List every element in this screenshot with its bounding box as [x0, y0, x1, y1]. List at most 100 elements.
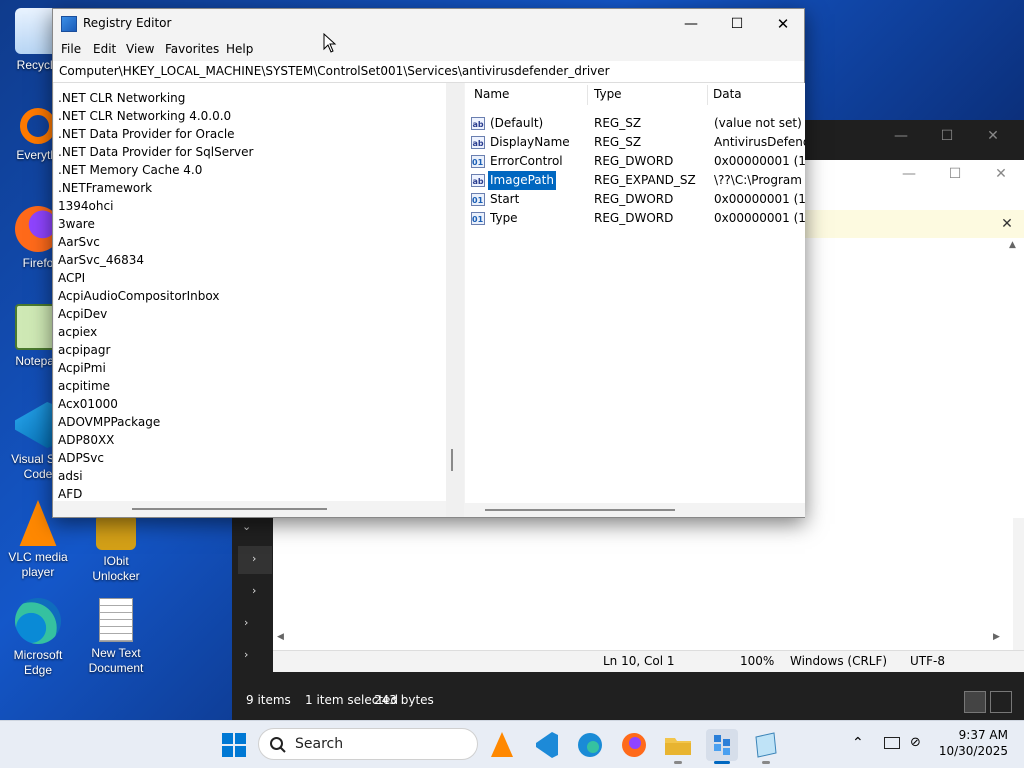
notepad-icon	[755, 732, 777, 758]
tree-item[interactable]: .NET CLR Networking	[58, 89, 185, 107]
tree-item[interactable]: acpipagr	[58, 341, 110, 359]
taskbar-file-explorer[interactable]	[662, 729, 694, 764]
column-header-data[interactable]: Data	[713, 87, 742, 101]
close-icon[interactable]: ✕	[773, 14, 793, 34]
menu-file[interactable]: File	[61, 42, 81, 56]
tree-item[interactable]: AcpiDev	[58, 305, 107, 323]
menu-edit[interactable]: Edit	[93, 42, 116, 56]
encoding[interactable]: UTF-8	[910, 654, 945, 668]
tiles-view-icon[interactable]	[990, 691, 1012, 713]
tree-item[interactable]: .NET Data Provider for SqlServer	[58, 143, 253, 161]
value-row[interactable]: 011 Type REG_DWORD 0x00000001 (1)	[465, 209, 805, 228]
values-horizontal-scroll-thumb[interactable]	[485, 509, 675, 511]
minimize-icon[interactable]: —	[891, 126, 911, 146]
edge-icon	[15, 598, 61, 644]
tree-item[interactable]: ADP80XX	[58, 431, 114, 449]
tree-item[interactable]: .NET Data Provider for Oracle	[58, 125, 235, 143]
value-row[interactable]: 011 ErrorControl REG_DWORD 0x00000001 (1…	[465, 152, 805, 171]
menu-favorites[interactable]: Favorites	[165, 42, 219, 56]
tree-item[interactable]: Acx01000	[58, 395, 118, 413]
tree-item[interactable]: .NETFramework	[58, 179, 152, 197]
maximize-icon[interactable]: ☐	[727, 14, 747, 34]
background-dark-window: — ☐ ✕	[805, 120, 1024, 160]
tree-item[interactable]: ADOVMPPackage	[58, 413, 160, 431]
line-ending[interactable]: Windows (CRLF)	[790, 654, 887, 668]
menu-view[interactable]: View	[126, 42, 154, 56]
maximize-icon[interactable]: ☐	[945, 164, 965, 184]
scroll-up-arrow-icon[interactable]: ▲	[1009, 240, 1016, 250]
details-view-icon[interactable]	[964, 691, 986, 713]
column-separator[interactable]	[707, 85, 708, 105]
column-header-name[interactable]: Name	[474, 87, 509, 101]
value-data: 0x00000001 (1)	[714, 192, 805, 206]
start-button[interactable]	[218, 729, 250, 761]
tree-vertical-scroll-thumb[interactable]	[451, 449, 453, 471]
clock[interactable]: 9:37 AM 10/30/2025	[938, 727, 1008, 759]
notepad-text-area[interactable]: ◀ ▶	[273, 518, 1013, 668]
tree-item[interactable]: 3ware	[58, 215, 95, 233]
menu-help[interactable]: Help	[226, 42, 253, 56]
tree-item[interactable]: .NET CLR Networking 4.0.0.0	[58, 107, 231, 125]
tree-item[interactable]: ACPI	[58, 269, 85, 287]
show-hidden-icons-chevron-icon[interactable]: ⌃	[852, 735, 864, 751]
desktop-icon-edge[interactable]: Microsoft Edge	[0, 598, 76, 678]
close-icon[interactable]: ✕	[991, 164, 1011, 184]
tree-item[interactable]: AarSvc_46834	[58, 251, 144, 269]
chevron-right-icon[interactable]: ›	[252, 552, 256, 565]
tree-item[interactable]: acpiex	[58, 323, 97, 341]
desktop-icon-iobit-unlocker[interactable]: IObit Unlocker	[78, 514, 154, 584]
taskbar-registry-editor[interactable]	[706, 729, 738, 764]
windows-logo-icon	[222, 733, 246, 757]
taskbar-notepad[interactable]	[750, 729, 782, 764]
chevron-right-icon[interactable]: ›	[252, 584, 256, 597]
pane-splitter[interactable]	[446, 83, 464, 517]
notepad-vertical-scrollbar[interactable]	[1013, 518, 1024, 650]
items-count: 9 items	[246, 693, 291, 707]
tree-horizontal-scrollbar[interactable]	[54, 501, 446, 517]
value-name: ErrorControl	[490, 154, 563, 168]
scroll-right-arrow-icon[interactable]: ▶	[993, 632, 1000, 642]
network-icon[interactable]: ⊘	[910, 735, 921, 750]
taskbar-firefox[interactable]	[618, 729, 650, 761]
chevron-right-icon[interactable]: ›	[244, 648, 248, 661]
value-row[interactable]: ab (Default) REG_SZ (value not set)	[465, 114, 805, 133]
values-horizontal-scrollbar[interactable]	[465, 503, 805, 517]
close-icon[interactable]: ✕	[983, 126, 1003, 146]
chevron-down-icon[interactable]: ⌄	[242, 520, 251, 533]
taskbar-vscode[interactable]	[530, 729, 562, 761]
value-row-selected[interactable]: ab ImagePath REG_EXPAND_SZ \??\C:\Progra…	[465, 171, 805, 190]
chevron-right-icon[interactable]: ›	[244, 616, 248, 629]
tree-horizontal-scroll-thumb[interactable]	[132, 508, 327, 510]
value-row[interactable]: ab DisplayName REG_SZ AntivirusDefende	[465, 133, 805, 152]
tree-item[interactable]: AFD	[58, 485, 82, 501]
tree-item[interactable]: 1394ohci	[58, 197, 113, 215]
close-notification-icon[interactable]: ✕	[997, 214, 1017, 234]
taskbar-search-box[interactable]: Search	[258, 728, 478, 760]
tree-item[interactable]: acpitime	[58, 377, 110, 395]
notification-bar	[805, 210, 1024, 238]
tree-item[interactable]: AcpiPmi	[58, 359, 106, 377]
running-indicator	[674, 761, 682, 764]
address-text[interactable]: Computer\HKEY_LOCAL_MACHINE\SYSTEM\Contr…	[59, 64, 610, 78]
minimize-icon[interactable]: —	[899, 164, 919, 184]
address-bar[interactable]: Computer\HKEY_LOCAL_MACHINE\SYSTEM\Contr…	[53, 61, 804, 83]
tree-item[interactable]: AcpiAudioCompositorInbox	[58, 287, 219, 305]
minimize-icon[interactable]: —	[681, 14, 701, 34]
tree-item[interactable]: AarSvc	[58, 233, 100, 251]
tree-item[interactable]: adsi	[58, 467, 83, 485]
taskbar-edge[interactable]	[574, 729, 606, 761]
column-separator[interactable]	[587, 85, 588, 105]
maximize-icon[interactable]: ☐	[937, 126, 957, 146]
title-bar[interactable]: Registry Editor — ☐ ✕	[53, 9, 804, 39]
key-tree-pane[interactable]: .NET CLR Networking .NET CLR Networking …	[54, 83, 446, 501]
desktop-icon-new-text-document[interactable]: New Text Document	[78, 598, 154, 676]
display-icon[interactable]	[884, 737, 900, 749]
column-header-type[interactable]: Type	[594, 87, 622, 101]
taskbar-vlc[interactable]	[486, 729, 518, 761]
tree-item[interactable]: ADPSvc	[58, 449, 104, 467]
value-row[interactable]: 011 Start REG_DWORD 0x00000001 (1)	[465, 190, 805, 209]
tree-item[interactable]: .NET Memory Cache 4.0	[58, 161, 202, 179]
scroll-left-arrow-icon[interactable]: ◀	[277, 632, 284, 642]
values-pane[interactable]: Name Type Data ab (Default) REG_SZ (valu…	[465, 83, 805, 517]
zoom-level[interactable]: 100%	[740, 654, 774, 668]
